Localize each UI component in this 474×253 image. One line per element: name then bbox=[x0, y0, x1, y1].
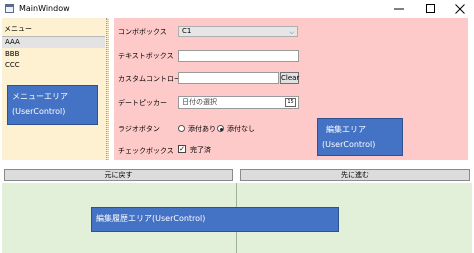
completed-checkbox-text[interactable]: 完了済 bbox=[190, 145, 211, 155]
completed-checkbox[interactable]: ✓ bbox=[178, 145, 186, 153]
edit-usercontrol-placeholder: 編集エリア (UserControl) bbox=[317, 118, 403, 156]
app-window-icon bbox=[5, 4, 14, 13]
forward-button[interactable]: 先に進む bbox=[240, 169, 470, 181]
window-title: MainWindow bbox=[19, 4, 70, 13]
close-button[interactable] bbox=[445, 0, 474, 18]
menu-item-bbb[interactable]: BBB bbox=[2, 49, 105, 60]
edit-usercontrol-title: 編集エリア bbox=[326, 125, 366, 134]
menu-usercontrol-placeholder: メニューエリア (UserControl) bbox=[7, 85, 98, 125]
minimize-button[interactable] bbox=[384, 0, 414, 18]
radio-attach-no-label[interactable]: 添付なし bbox=[227, 124, 255, 134]
maximize-icon bbox=[426, 4, 435, 13]
back-button[interactable]: 元に戻す bbox=[4, 169, 233, 181]
menu-header-label: メニュー bbox=[4, 25, 32, 33]
combobox-label: コンボボックス bbox=[118, 28, 167, 36]
close-icon bbox=[455, 4, 465, 14]
menu-usercontrol-sub: (UserControl) bbox=[12, 107, 66, 116]
edit-usercontrol-sub: (UserControl) bbox=[322, 140, 376, 149]
menu-list: AAA BBB CCC bbox=[2, 36, 105, 71]
chevron-down-icon: ⌵ bbox=[289, 29, 294, 36]
history-usercontrol-placeholder: 編集履歴エリア(UserControl) bbox=[91, 207, 339, 232]
radio-attach-yes-label[interactable]: 添付あり bbox=[188, 124, 216, 134]
radio-label: ラジオボタン bbox=[118, 125, 160, 133]
datepicker-input[interactable]: 日付の選択 15 bbox=[178, 96, 299, 109]
textbox-input[interactable] bbox=[178, 50, 299, 62]
combobox-value: C1 bbox=[182, 27, 192, 35]
menu-usercontrol-title: メニューエリア bbox=[12, 92, 68, 101]
menu-splitter[interactable] bbox=[106, 18, 109, 160]
radio-attach-no[interactable] bbox=[217, 125, 224, 132]
datepicker-label: デートピッカー bbox=[118, 99, 167, 107]
history-usercontrol-label: 編集履歴エリア(UserControl) bbox=[96, 214, 206, 223]
checkbox-label: チェックボックス bbox=[118, 147, 174, 155]
title-bar: MainWindow bbox=[0, 0, 474, 18]
combobox[interactable]: C1 ⌵ bbox=[178, 26, 298, 37]
menu-item-aaa[interactable]: AAA bbox=[2, 37, 105, 48]
textbox-label: テキストボックス bbox=[118, 52, 174, 60]
menu-item-ccc[interactable]: CCC bbox=[2, 60, 105, 71]
clear-button[interactable]: Clear bbox=[280, 72, 299, 84]
edit-area bbox=[114, 18, 468, 160]
maximize-button[interactable] bbox=[416, 0, 446, 18]
calendar-icon[interactable]: 15 bbox=[285, 98, 296, 107]
radio-attach-yes[interactable] bbox=[178, 125, 185, 132]
minimize-icon bbox=[394, 8, 404, 10]
custom-control-input[interactable] bbox=[178, 72, 279, 84]
datepicker-placeholder: 日付の選択 bbox=[182, 98, 217, 106]
